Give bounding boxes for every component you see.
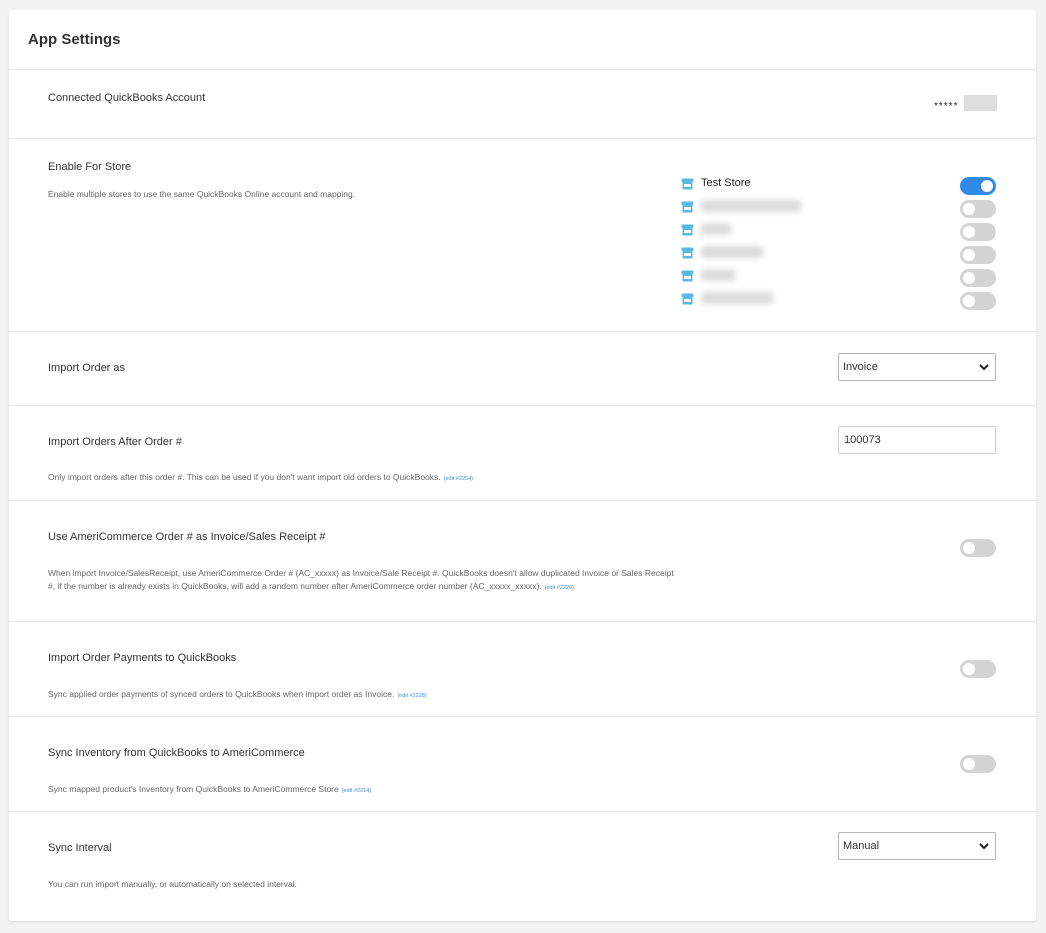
import-order-as-label: Import Order as [48,362,126,374]
app-settings-card: App Settings Connected QuickBooks Accoun… [9,10,1036,921]
import-after-order-description: Only import orders after this order #. T… [48,471,678,486]
chevron-down-icon [979,843,989,850]
edit-link[interactable]: (edit #2228) [397,693,426,699]
store-enable-toggle[interactable] [960,246,996,264]
toggle-knob [963,758,975,770]
card-header: App Settings [9,10,1036,70]
import-payments-toggle[interactable] [960,660,996,678]
toggle-knob [963,542,975,554]
import-order-as-value: Invoice [843,361,878,373]
store-enable-toggle[interactable] [960,269,996,287]
sync-interval-select[interactable]: Manual [838,832,996,860]
store-icon [681,293,694,305]
sync-inventory-label: Sync Inventory from QuickBooks to AmeriC… [48,747,305,759]
edit-link[interactable]: (edit #2214) [342,788,371,794]
use-order-number-toggle[interactable] [960,539,996,557]
enable-for-store-row: Enable For Store Enable multiple stores … [9,139,1036,332]
redacted-account-name [964,95,997,111]
import-payments-description-text: Sync applied order payments of synced or… [48,689,395,699]
redacted-store-name [701,269,735,281]
toggle-knob [963,226,975,238]
edit-link[interactable]: (edit #2226) [545,585,574,591]
import-after-order-description-text: Only import orders after this order #. T… [48,472,441,482]
edit-link[interactable]: (edit #2254) [444,476,473,482]
import-after-order-label: Import Orders After Order # [48,436,182,448]
import-after-order-row: Import Orders After Order # Only import … [9,406,1036,501]
sync-inventory-row: Sync Inventory from QuickBooks to AmeriC… [9,717,1036,812]
store-enable-toggle[interactable] [960,177,996,195]
toggle-knob [963,249,975,261]
sync-inventory-description-text: Sync mapped product's Inventory from Qui… [48,784,339,794]
import-order-as-row: Import Order as Invoice [9,332,1036,406]
redacted-store-name [701,200,801,212]
sync-inventory-toggle[interactable] [960,755,996,773]
store-enable-toggle[interactable] [960,223,996,241]
use-order-number-description-text: When import Invoice/SalesReceipt, use Am… [48,568,674,591]
sync-interval-row: Sync Interval Manual You can run import … [9,812,1036,921]
sync-interval-description: You can run import manually, or automati… [48,879,297,889]
store-icon [681,247,694,259]
import-after-order-input[interactable] [838,426,996,454]
import-payments-label: Import Order Payments to QuickBooks [48,652,237,664]
sync-inventory-description: Sync mapped product's Inventory from Qui… [48,783,678,798]
import-payments-row: Import Order Payments to QuickBooks Sync… [9,622,1036,717]
store-icon [681,178,694,190]
enable-for-store-description: Enable multiple stores to use the same Q… [48,189,356,199]
redacted-store-name [701,292,773,304]
store-icon [681,201,694,213]
sync-interval-label: Sync Interval [48,842,112,854]
connected-account-label: Connected QuickBooks Account [48,92,206,104]
connected-account-value: ***** [934,101,959,112]
connected-account-row: Connected QuickBooks Account ***** [9,70,1036,139]
import-order-as-select[interactable]: Invoice [838,353,996,381]
enable-for-store-label: Enable For Store [48,161,132,173]
use-order-number-row: Use AmeriCommerce Order # as Invoice/Sal… [9,501,1036,622]
import-payments-description: Sync applied order payments of synced or… [48,688,678,703]
store-enable-toggle[interactable] [960,292,996,310]
toggle-knob [963,203,975,215]
toggle-knob [963,295,975,307]
store-icon [681,224,694,236]
page-title: App Settings [28,31,121,48]
store-enable-toggle[interactable] [960,200,996,218]
toggle-knob [963,663,975,675]
use-order-number-description: When import Invoice/SalesReceipt, use Am… [48,567,678,595]
use-order-number-label: Use AmeriCommerce Order # as Invoice/Sal… [48,531,326,543]
sync-interval-value: Manual [843,840,880,852]
redacted-store-name [701,223,731,235]
toggle-knob [963,272,975,284]
chevron-down-icon [979,364,989,371]
redacted-store-name [701,246,763,258]
store-name: Test Store [701,177,751,189]
toggle-knob [981,180,993,192]
store-icon [681,270,694,282]
